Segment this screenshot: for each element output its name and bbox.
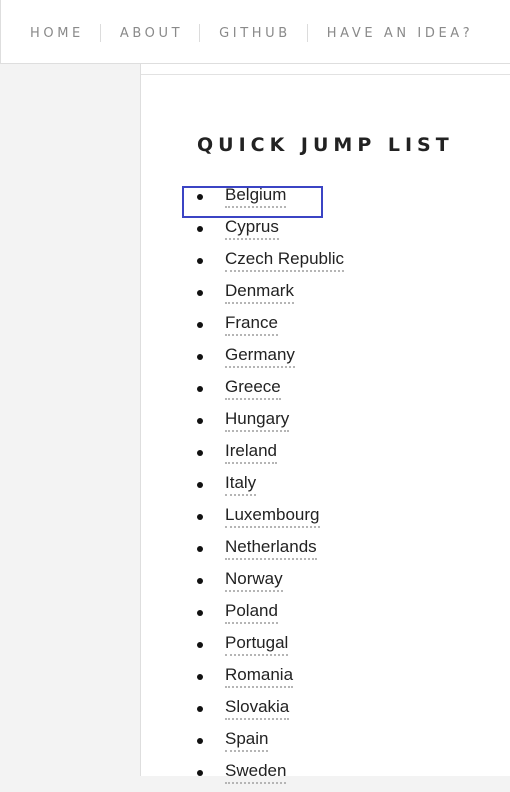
nav-have-an-idea-link[interactable]: HAVE AN IDEA? xyxy=(327,26,473,41)
bullet-icon xyxy=(197,258,203,264)
country-link-cyprus[interactable]: Cyprus xyxy=(225,216,279,240)
bullet-icon xyxy=(197,514,203,520)
country-link-sweden[interactable]: Sweden xyxy=(225,760,287,784)
bullet-icon xyxy=(197,354,203,360)
bullet-icon xyxy=(197,546,203,552)
country-link-germany[interactable]: Germany xyxy=(225,344,295,368)
country-link-ireland[interactable]: Ireland xyxy=(225,440,277,464)
country-link-denmark[interactable]: Denmark xyxy=(225,280,294,304)
nav-divider xyxy=(99,24,101,42)
nav-divider xyxy=(199,24,201,42)
nav-about-link[interactable]: ABOUT xyxy=(120,26,183,41)
bullet-icon xyxy=(197,418,203,424)
bullet-icon xyxy=(197,674,203,680)
bullet-icon xyxy=(197,290,203,296)
country-link-slovakia[interactable]: Slovakia xyxy=(225,696,290,720)
country-link-romania[interactable]: Romania xyxy=(225,664,294,688)
bullet-icon xyxy=(197,738,203,744)
bullet-icon xyxy=(197,226,203,232)
main-content: QUICK JUMP LIST Belgium Cyprus Czech Repub… xyxy=(140,64,510,784)
left-sidebar xyxy=(0,64,140,776)
nav-home-link[interactable]: HOME xyxy=(30,26,84,41)
bullet-icon xyxy=(197,194,203,200)
bullet-icon xyxy=(197,578,203,584)
country-link-hungary[interactable]: Hungary xyxy=(225,408,290,432)
country-link-italy[interactable]: Italy xyxy=(225,472,257,496)
quick-jump-list-heading: QUICK JUMP LIST xyxy=(197,134,454,156)
nav-divider xyxy=(306,24,308,42)
country-link-luxembourg[interactable]: Luxembourg xyxy=(225,504,320,528)
country-link-spain[interactable]: Spain xyxy=(225,728,269,752)
country-link-portugal[interactable]: Portugal xyxy=(225,632,289,656)
bullet-icon xyxy=(197,450,203,456)
content-top-divider xyxy=(141,74,510,75)
bullet-icon xyxy=(197,706,203,712)
bullet-icon xyxy=(197,642,203,648)
bullet-icon xyxy=(197,610,203,616)
top-navigation-bar: HOME ABOUT GITHUB HAVE AN IDEA? xyxy=(0,0,510,64)
country-link-france[interactable]: France xyxy=(225,312,278,336)
country-link-belgium[interactable]: Belgium xyxy=(225,184,287,208)
bullet-icon xyxy=(197,482,203,488)
bullet-icon xyxy=(197,770,203,776)
nav-github-link[interactable]: GITHUB xyxy=(219,26,291,41)
bullet-icon xyxy=(197,322,203,328)
country-link-norway[interactable]: Norway xyxy=(225,568,283,592)
bullet-icon xyxy=(197,386,203,392)
country-link-netherlands[interactable]: Netherlands xyxy=(225,536,317,560)
country-link-poland[interactable]: Poland xyxy=(225,600,278,624)
main-nav: HOME ABOUT GITHUB HAVE AN IDEA? xyxy=(30,24,473,42)
country-link-czech-republic[interactable]: Czech Republic xyxy=(225,248,345,272)
country-link-greece[interactable]: Greece xyxy=(225,376,281,400)
